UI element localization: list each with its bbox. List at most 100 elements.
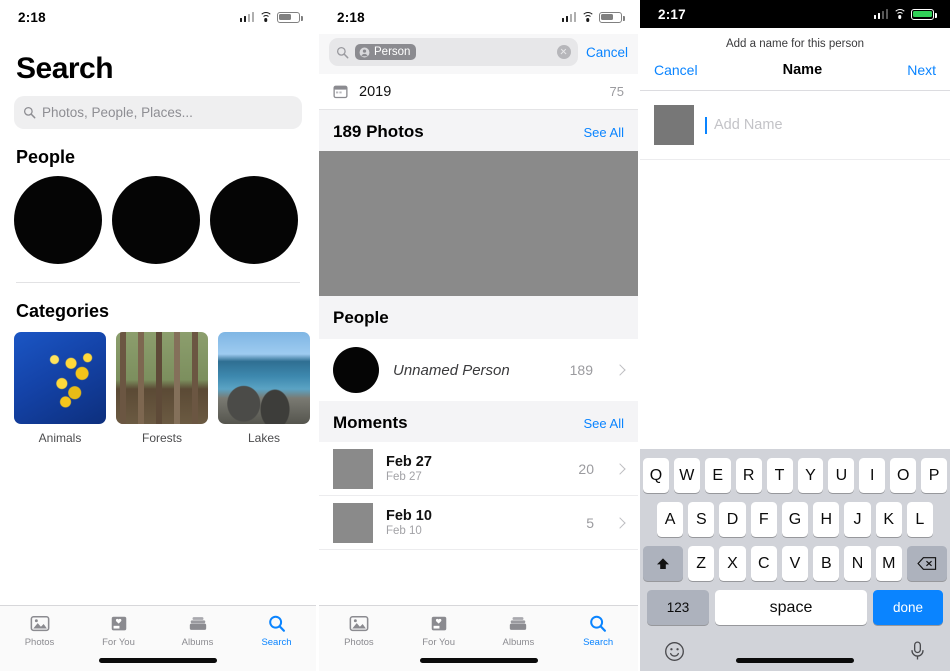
tab-albums[interactable]: Albums [158, 614, 237, 648]
person-face-thumbnail[interactable] [14, 176, 102, 264]
tab-label: Albums [502, 637, 535, 648]
name-person-sheet: Add a name for this person Cancel Name N… [640, 28, 950, 160]
photos-see-all-link[interactable]: See All [584, 125, 624, 140]
battery-icon [277, 11, 303, 23]
key-l[interactable]: L [906, 502, 933, 537]
keyboard-row-3: Z X C V B N M [643, 546, 947, 581]
keyboard-row-2: A S D F G H J K L [643, 502, 947, 537]
key-x[interactable]: X [719, 546, 746, 581]
key-b[interactable]: B [813, 546, 840, 581]
key-f[interactable]: F [750, 502, 777, 537]
status-time: 2:18 [337, 9, 365, 25]
person-face-thumbnail[interactable] [210, 176, 298, 264]
moment-row[interactable]: Feb 27 Feb 27 20 [319, 442, 638, 496]
photos-section-header: 189 Photos See All [319, 110, 638, 151]
key-u[interactable]: U [828, 458, 855, 493]
battery-icon [911, 8, 937, 20]
moment-subtitle: Feb 10 [386, 525, 422, 537]
year-suggestion-row[interactable]: 2019 75 [319, 74, 638, 110]
photos-grid-placeholder[interactable] [319, 151, 638, 296]
wifi-icon [893, 9, 906, 19]
sheet-title: Name [782, 62, 823, 78]
tab-label: Albums [181, 637, 214, 648]
status-time: 2:18 [18, 9, 46, 25]
key-g[interactable]: G [781, 502, 809, 537]
key-k[interactable]: K [875, 502, 902, 537]
tab-photos[interactable]: Photos [319, 614, 399, 648]
key-o[interactable]: O [890, 458, 917, 493]
category-label: Lakes [247, 431, 281, 445]
categories-list: Animals Forests Lakes [0, 330, 316, 445]
key-n[interactable]: N [844, 546, 871, 581]
shift-key[interactable] [643, 546, 684, 581]
year-label: 2019 [359, 83, 392, 100]
key-s[interactable]: S [688, 502, 715, 537]
category-label: Animals [38, 431, 82, 445]
key-j[interactable]: J [844, 502, 871, 537]
key-i[interactable]: I [859, 458, 886, 493]
moments-see-all-link[interactable]: See All [584, 416, 624, 431]
emoji-icon[interactable] [664, 641, 685, 662]
status-bar: 2:18 [0, 0, 316, 34]
tab-search[interactable]: Search [237, 614, 316, 648]
key-t[interactable]: T [766, 458, 793, 493]
category-thumbnail [14, 332, 106, 424]
numbers-key[interactable]: 123 [647, 590, 709, 625]
search-input[interactable]: Person [329, 38, 578, 66]
key-y[interactable]: Y [797, 458, 824, 493]
key-a[interactable]: A [657, 502, 684, 537]
moment-title: Feb 10 [386, 508, 432, 524]
search-input[interactable]: Photos, People, Places... [14, 96, 302, 129]
status-icons [873, 8, 937, 20]
wifi-icon [581, 12, 594, 22]
microphone-icon[interactable] [909, 640, 926, 662]
sheet-navigation-bar: Cancel Name Next [640, 59, 950, 91]
key-m[interactable]: M [875, 546, 902, 581]
tab-for-you[interactable]: For You [399, 614, 479, 648]
cancel-button[interactable]: Cancel [654, 62, 698, 78]
moment-thumbnail [333, 502, 373, 543]
key-r[interactable]: R [735, 458, 762, 493]
key-d[interactable]: D [719, 502, 746, 537]
for-you-icon [111, 616, 126, 631]
tab-search[interactable]: Search [558, 614, 638, 648]
chevron-right-icon [614, 364, 626, 376]
search-icon [23, 106, 36, 119]
keyboard-row-4: 123 space done [643, 590, 947, 625]
status-bar: 2:18 [319, 0, 638, 34]
moments-section-header: Moments See All [319, 401, 638, 442]
clear-search-button[interactable] [556, 45, 571, 59]
home-indicator [99, 658, 217, 663]
key-p[interactable]: P [921, 458, 948, 493]
next-button[interactable]: Next [907, 62, 936, 78]
key-h[interactable]: H [813, 502, 840, 537]
category-item-lakes[interactable]: Lakes [218, 332, 310, 445]
category-thumbnail [218, 332, 310, 424]
cancel-button[interactable]: Cancel [586, 45, 628, 60]
space-key[interactable]: space [715, 590, 867, 625]
key-v[interactable]: V [781, 546, 809, 581]
key-q[interactable]: Q [642, 458, 669, 493]
done-key[interactable]: done [873, 590, 943, 625]
key-z[interactable]: Z [688, 546, 715, 581]
category-item-forests[interactable]: Forests [116, 332, 208, 445]
backspace-key[interactable] [906, 546, 947, 581]
key-e[interactable]: E [704, 458, 731, 493]
moment-count: 20 [578, 460, 594, 477]
tab-for-you[interactable]: For You [79, 614, 158, 648]
key-w[interactable]: W [673, 458, 700, 493]
moment-row[interactable]: Feb 10 Feb 10 5 [319, 496, 638, 550]
key-c[interactable]: C [750, 546, 777, 581]
person-result-row[interactable]: Unnamed Person 189 [319, 339, 638, 401]
name-entry-row[interactable]: Add Name [640, 91, 950, 160]
person-face-thumbnail[interactable] [112, 176, 200, 264]
category-item-animals[interactable]: Animals [14, 332, 106, 445]
search-token-person[interactable]: Person [355, 44, 417, 60]
tab-albums[interactable]: Albums [479, 614, 559, 648]
search-icon [590, 615, 607, 632]
chevron-right-icon [614, 462, 626, 475]
search-token-label: Person [374, 46, 411, 58]
tab-photos[interactable]: Photos [0, 614, 79, 648]
three-phone-screenshots: 2:18 Search Photos, People, Places... Pe… [0, 0, 950, 671]
tab-label: For You [102, 637, 135, 648]
